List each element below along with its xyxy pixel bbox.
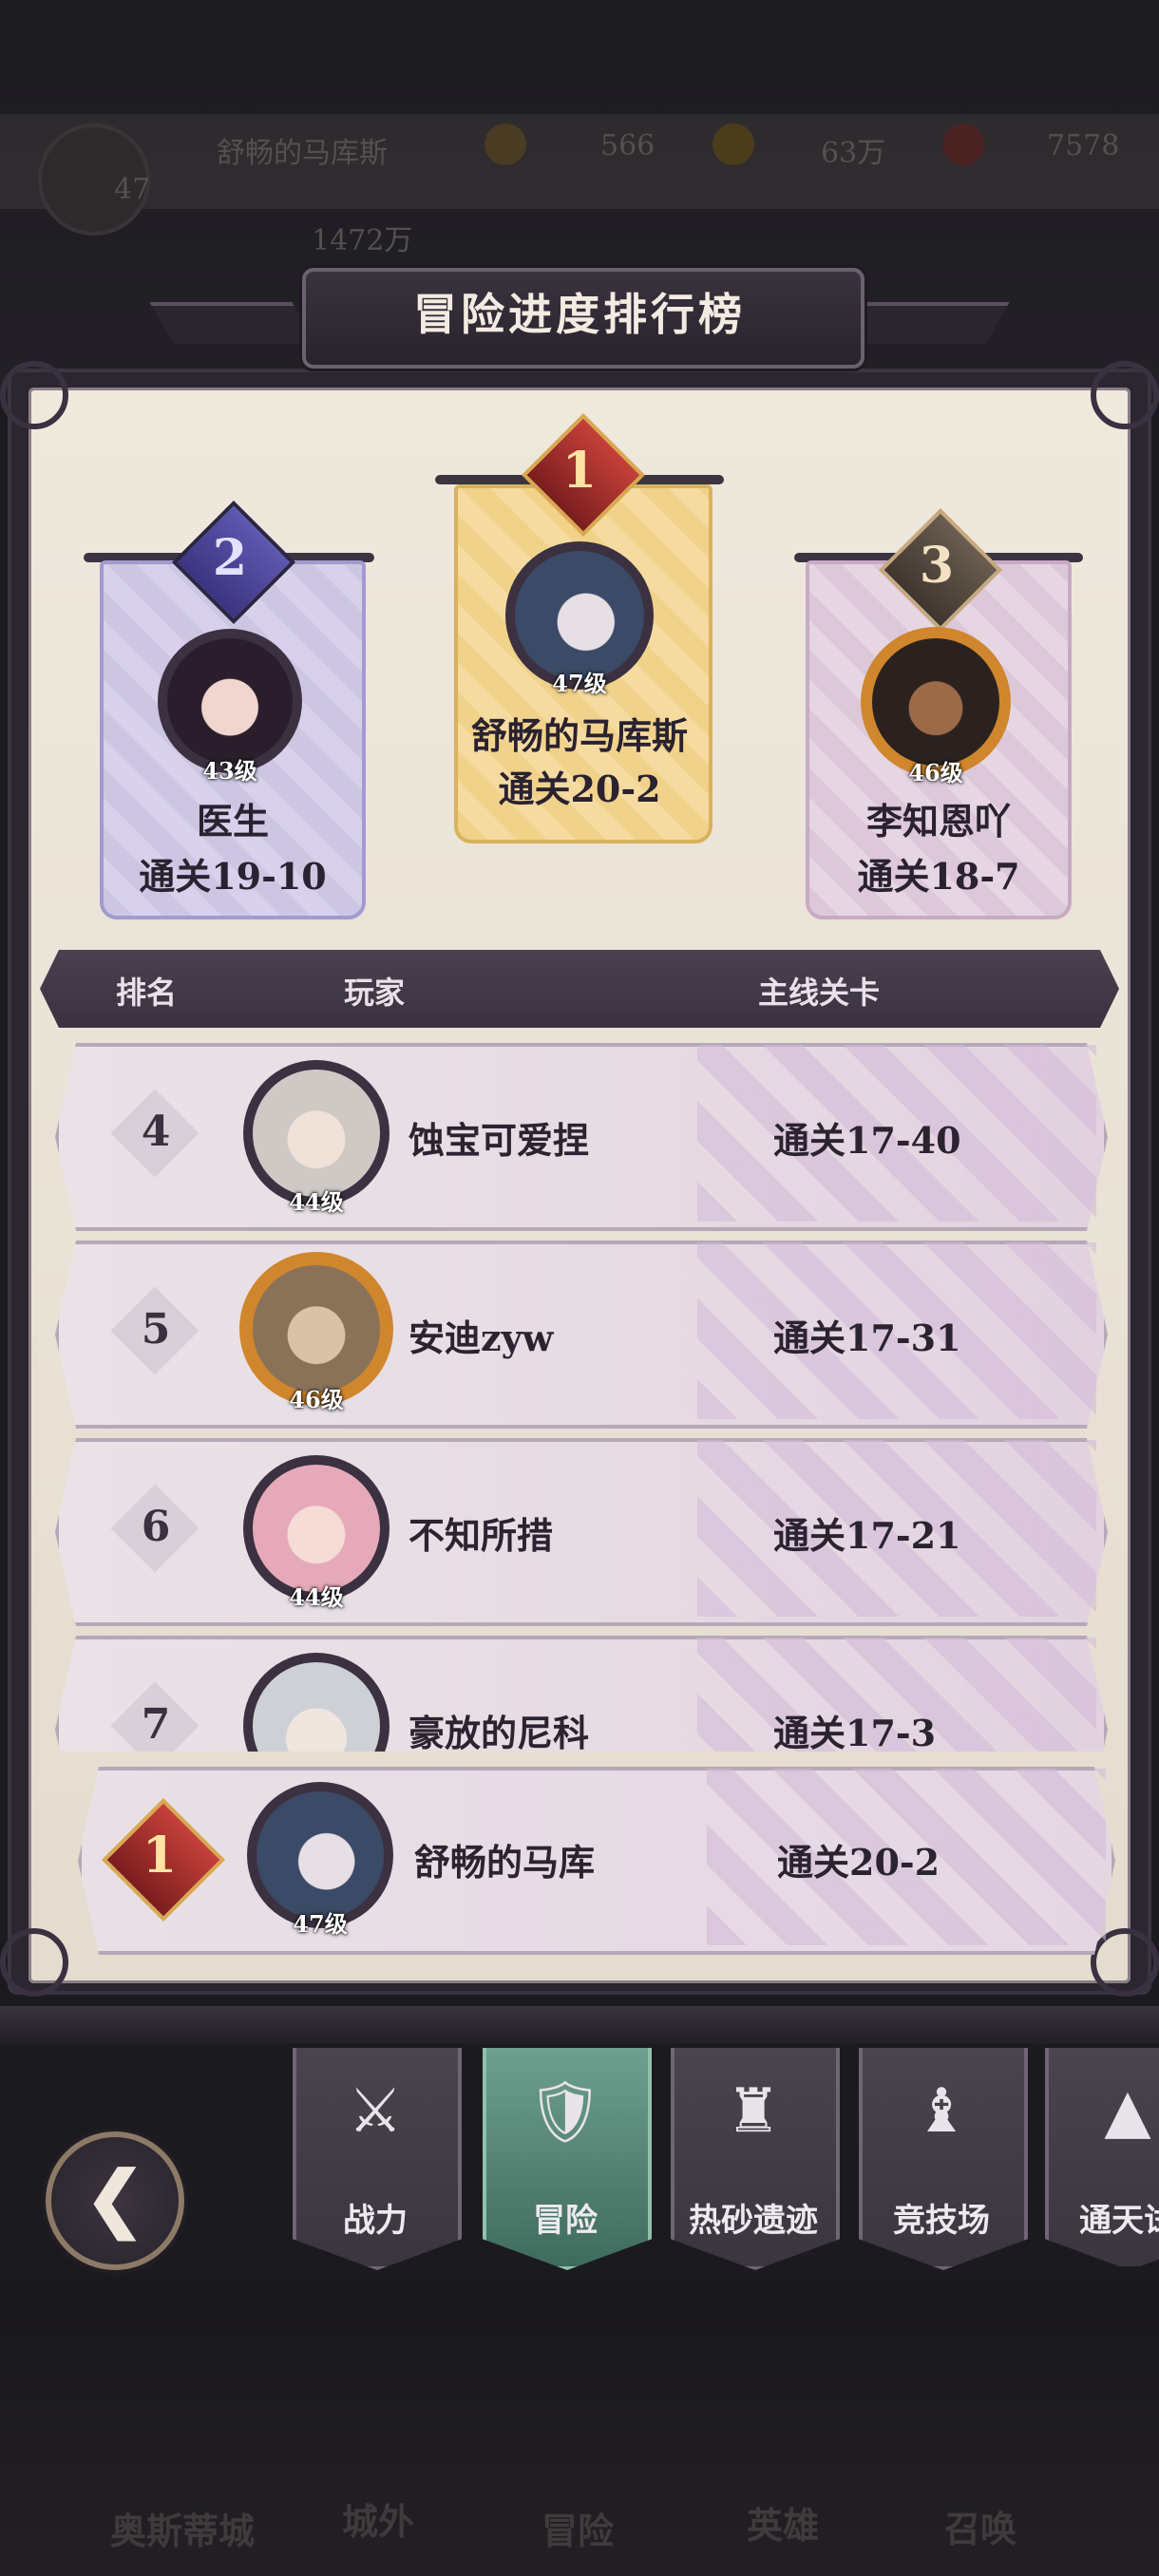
- podium-rank-number: 2: [212, 529, 248, 587]
- tab-label: 冒险: [533, 2202, 598, 2240]
- gem-icon: [942, 123, 984, 165]
- row-player-name: 豪放的尼科: [408, 1712, 590, 1752]
- avatar[interactable]: [253, 1465, 380, 1592]
- crossed-swords-icon: ⚔: [348, 2076, 403, 2147]
- row-rank: 6: [141, 1503, 171, 1551]
- avatar-level: 46级: [289, 1386, 344, 1413]
- podium-stage: 通关18-7: [857, 855, 1020, 898]
- self-player-name: 舒畅的马库: [414, 1841, 596, 1884]
- column-header-stage: 主线关卡: [758, 975, 881, 1011]
- podium-rank-number: 3: [919, 537, 955, 595]
- panel-bottom-strip: [0, 2006, 1159, 2044]
- background-currency-2: 63万: [821, 137, 886, 170]
- tab-label: 竞技场: [893, 2202, 990, 2240]
- avatar-level: 44级: [289, 1188, 344, 1216]
- column-header-rank: 排名: [116, 975, 178, 1011]
- tower-icon: ♜: [726, 2076, 781, 2147]
- peak-icon: ▲: [1104, 2076, 1151, 2147]
- avatar[interactable]: [167, 638, 293, 764]
- row-stage: 通关17-3: [773, 1712, 937, 1752]
- ornament-corner: [0, 1928, 68, 1997]
- row-stage: 通关17-31: [773, 1316, 961, 1359]
- avatar-level: 47级: [552, 670, 607, 697]
- background-nav-item: 奥斯蒂城: [110, 2510, 256, 2552]
- avatar[interactable]: [256, 1791, 384, 1919]
- background-player-name: 舒畅的马库斯: [217, 137, 388, 170]
- podium-stage: 通关19-10: [139, 855, 327, 898]
- gold-icon: [712, 123, 754, 165]
- avatar-level: 43级: [202, 757, 257, 785]
- back-arrow-icon: ❮: [85, 2155, 145, 2240]
- avatar-level: 46级: [908, 759, 963, 786]
- tab-label: 战力: [343, 2202, 408, 2240]
- tab-clip: ▲ 通天试: [1045, 2048, 1159, 2266]
- podium-player-name: 李知恩吖: [865, 800, 1011, 843]
- row-rank: 4: [141, 1108, 171, 1156]
- avatar-level: 44级: [289, 1583, 344, 1611]
- self-rank-number: 1: [142, 1827, 178, 1885]
- avatar[interactable]: [253, 1070, 380, 1197]
- avatar[interactable]: [253, 1265, 380, 1392]
- row-stage: 通关17-21: [773, 1514, 961, 1557]
- podium-stage: 通关20-2: [498, 767, 661, 810]
- avatar[interactable]: [872, 638, 999, 766]
- background-level: 47: [114, 173, 151, 206]
- row-rank: 7: [141, 1700, 171, 1749]
- podium-player-name: 医生: [196, 800, 269, 843]
- title-wing-left: [149, 302, 316, 344]
- title-wing-right: [843, 302, 1010, 344]
- page-title: 冒险进度排行榜: [413, 289, 746, 340]
- row-rank: 5: [141, 1305, 171, 1354]
- self-stage: 通关20-2: [777, 1841, 940, 1884]
- podium-player-name: 舒畅的马库斯: [470, 714, 688, 757]
- background-currency-3: 7578: [1047, 129, 1120, 162]
- tab-label: 通天试: [1079, 2202, 1159, 2240]
- background-nav-item: 城外: [342, 2500, 415, 2543]
- background-currency-1: 566: [600, 129, 656, 162]
- background-nav-item: 召唤: [944, 2508, 1017, 2550]
- row-stage: 通关17-40: [773, 1119, 961, 1162]
- trophy-sword-icon: ♝: [914, 2076, 969, 2147]
- column-header-player: 玩家: [344, 975, 406, 1011]
- podium-rank-number: 1: [561, 442, 598, 500]
- table-header: [40, 950, 1119, 1028]
- avatar[interactable]: [515, 551, 644, 680]
- row-player-name: 不知所措: [408, 1514, 554, 1557]
- tab-label: 热砂遗迹: [689, 2202, 818, 2240]
- row-player-name: 蚀宝可爱捏: [408, 1119, 590, 1162]
- background-nav-item: 英雄: [747, 2504, 820, 2547]
- avatar-level: 47级: [293, 1910, 348, 1938]
- background-nav-item: 冒险: [542, 2510, 615, 2552]
- shield-sword-icon: 🛡: [526, 2077, 604, 2148]
- background-power: 1472万: [312, 224, 413, 257]
- row-player-name: 安迪zyw: [408, 1316, 554, 1359]
- coin-icon: [484, 123, 526, 165]
- ornament-corner: [1091, 361, 1159, 429]
- ornament-corner: [0, 361, 68, 429]
- row-clip: 7 豪放的尼科 通关17-3: [48, 1630, 1112, 1752]
- background-player-bar: [0, 114, 1159, 209]
